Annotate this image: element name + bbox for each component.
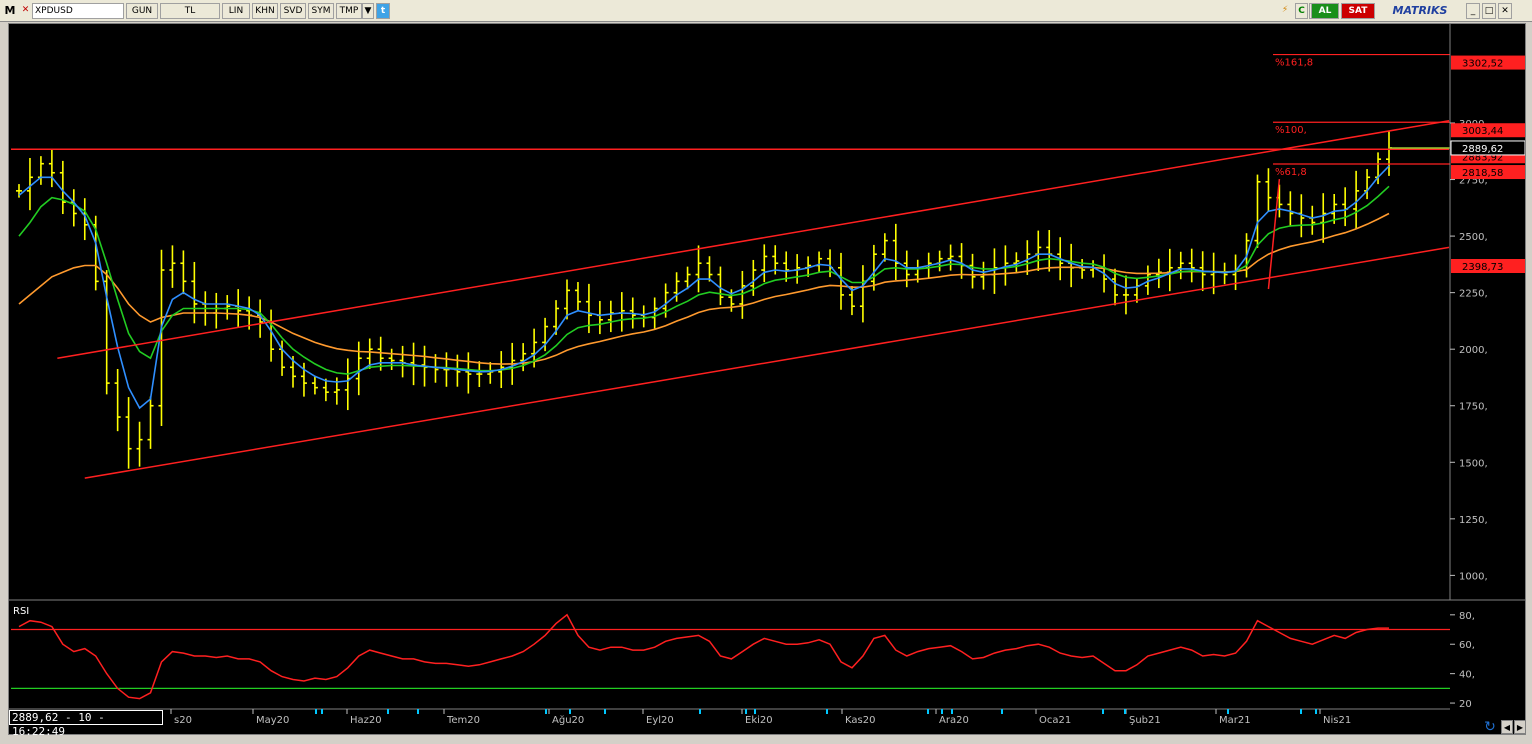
event-marker [417, 709, 419, 714]
tmp-button[interactable]: TMP [336, 3, 362, 19]
x-tick-label: May20 [256, 715, 289, 726]
currency-button[interactable]: TL [160, 3, 220, 19]
event-marker [1124, 709, 1126, 714]
x-tick-label: Oca21 [1039, 715, 1071, 726]
ema-green-line [18, 185, 1390, 375]
dropdown-arrow-icon[interactable]: ▼ [362, 3, 374, 19]
event-marker [1001, 709, 1003, 714]
x-tick-label: Ağu20 [552, 714, 584, 726]
x-tick-label: Şub21 [1129, 715, 1161, 726]
y-tick-label: 2250, [1459, 289, 1488, 300]
trend-line-upper [57, 119, 1450, 359]
khn-button[interactable]: KHN [252, 3, 278, 19]
fib-level-label: %100, [1275, 125, 1307, 136]
event-marker [569, 709, 571, 714]
symbol-field[interactable]: XPDUSD [32, 3, 124, 19]
rsi-tick-label: 20 [1459, 699, 1472, 710]
status-readout: 2889,62 - 10 - 16:22:49 [9, 710, 163, 738]
rsi-tick-label: 40, [1459, 670, 1475, 681]
maximize-icon[interactable]: □ [1482, 3, 1496, 19]
close-x-icon[interactable]: ✕ [20, 3, 31, 19]
toolbar: M ✕ XPDUSD GUN TL LIN KHN SVD SYM TMP ▼ … [0, 0, 1532, 22]
scale-button[interactable]: LIN [222, 3, 250, 19]
fib-price-tag-label: 2818,58 [1462, 168, 1503, 179]
event-marker [699, 709, 701, 714]
y-tick-label: 1500, [1459, 458, 1488, 469]
scroll-right-icon[interactable]: ▶ [1514, 720, 1526, 734]
event-marker [321, 709, 323, 714]
x-tick-label: Nis21 [1323, 715, 1351, 726]
y-tick-label: 2000, [1459, 345, 1488, 356]
event-marker [315, 709, 317, 714]
rsi-label: RSI [13, 606, 29, 617]
rsi-line [18, 613, 1389, 700]
rsi-tick-label: 60, [1459, 640, 1475, 651]
event-marker [604, 709, 606, 714]
fib-price-tag-label: 3003,44 [1462, 126, 1503, 137]
refresh-icon[interactable]: C [1295, 3, 1308, 19]
brand-logo: MATRIKS [1386, 3, 1454, 19]
chart-frame: %161,8 %100, %61,8 1000, 1250, 1500, 1750, 200… [8, 23, 1526, 735]
event-marker [951, 709, 953, 714]
x-tick-label: Kas20 [845, 715, 875, 726]
y-tick-label: 2500, [1459, 232, 1488, 243]
ema-blue-line [18, 165, 1390, 410]
sync-icon[interactable]: ↻ [1482, 719, 1498, 735]
event-marker [1300, 709, 1302, 714]
x-tick-label: Ara20 [939, 715, 969, 726]
x-tick-label: Haz20 [350, 715, 382, 726]
event-marker [1315, 709, 1317, 714]
event-marker [387, 709, 389, 714]
minimize-icon[interactable]: _ [1466, 3, 1480, 19]
y-tick-label: 1250, [1459, 515, 1488, 526]
event-marker [745, 709, 747, 714]
x-tick-label: Tem20 [446, 715, 480, 726]
event-marker [826, 709, 828, 714]
x-tick-label: Eyl20 [646, 715, 674, 726]
x-tick-label: Eki20 [745, 715, 773, 726]
event-marker [754, 709, 756, 714]
buy-button[interactable]: AL [1311, 3, 1339, 19]
fib-level-label: %161,8 [1275, 58, 1313, 69]
twitter-icon[interactable]: t [376, 3, 390, 19]
period-button[interactable]: GUN [126, 3, 158, 19]
event-marker [1227, 709, 1229, 714]
event-marker [941, 709, 943, 714]
event-marker [927, 709, 929, 714]
event-marker [545, 709, 547, 714]
sym-button[interactable]: SYM [308, 3, 334, 19]
y-tick-label: 1750, [1459, 402, 1488, 413]
last-price-tag-label: 2889,62 [1462, 144, 1503, 155]
price-tag-label: 2398,73 [1462, 262, 1503, 273]
app-logo[interactable]: M [2, 3, 18, 19]
sell-button[interactable]: SAT [1341, 3, 1375, 19]
rsi-tick-label: 80, [1459, 611, 1475, 622]
svd-button[interactable]: SVD [280, 3, 306, 19]
fib-swing-line [1267, 178, 1281, 290]
event-marker [1102, 709, 1104, 714]
fib-level-label: %61,8 [1275, 167, 1307, 178]
alert-icon[interactable]: ⚡ [1279, 3, 1291, 19]
scroll-left-icon[interactable]: ◀ [1501, 720, 1513, 734]
fib-price-tag-label: 3302,52 [1462, 59, 1503, 70]
ema-orange-line [18, 212, 1390, 365]
x-tick-label: Mar21 [1219, 715, 1251, 726]
x-tick-label: s20 [174, 715, 192, 726]
price-chart[interactable]: %161,8 %100, %61,8 1000, 1250, 1500, 1750, 200… [9, 24, 1526, 734]
y-tick-label: 1000, [1459, 571, 1488, 582]
close-window-icon[interactable]: ✕ [1498, 3, 1512, 19]
